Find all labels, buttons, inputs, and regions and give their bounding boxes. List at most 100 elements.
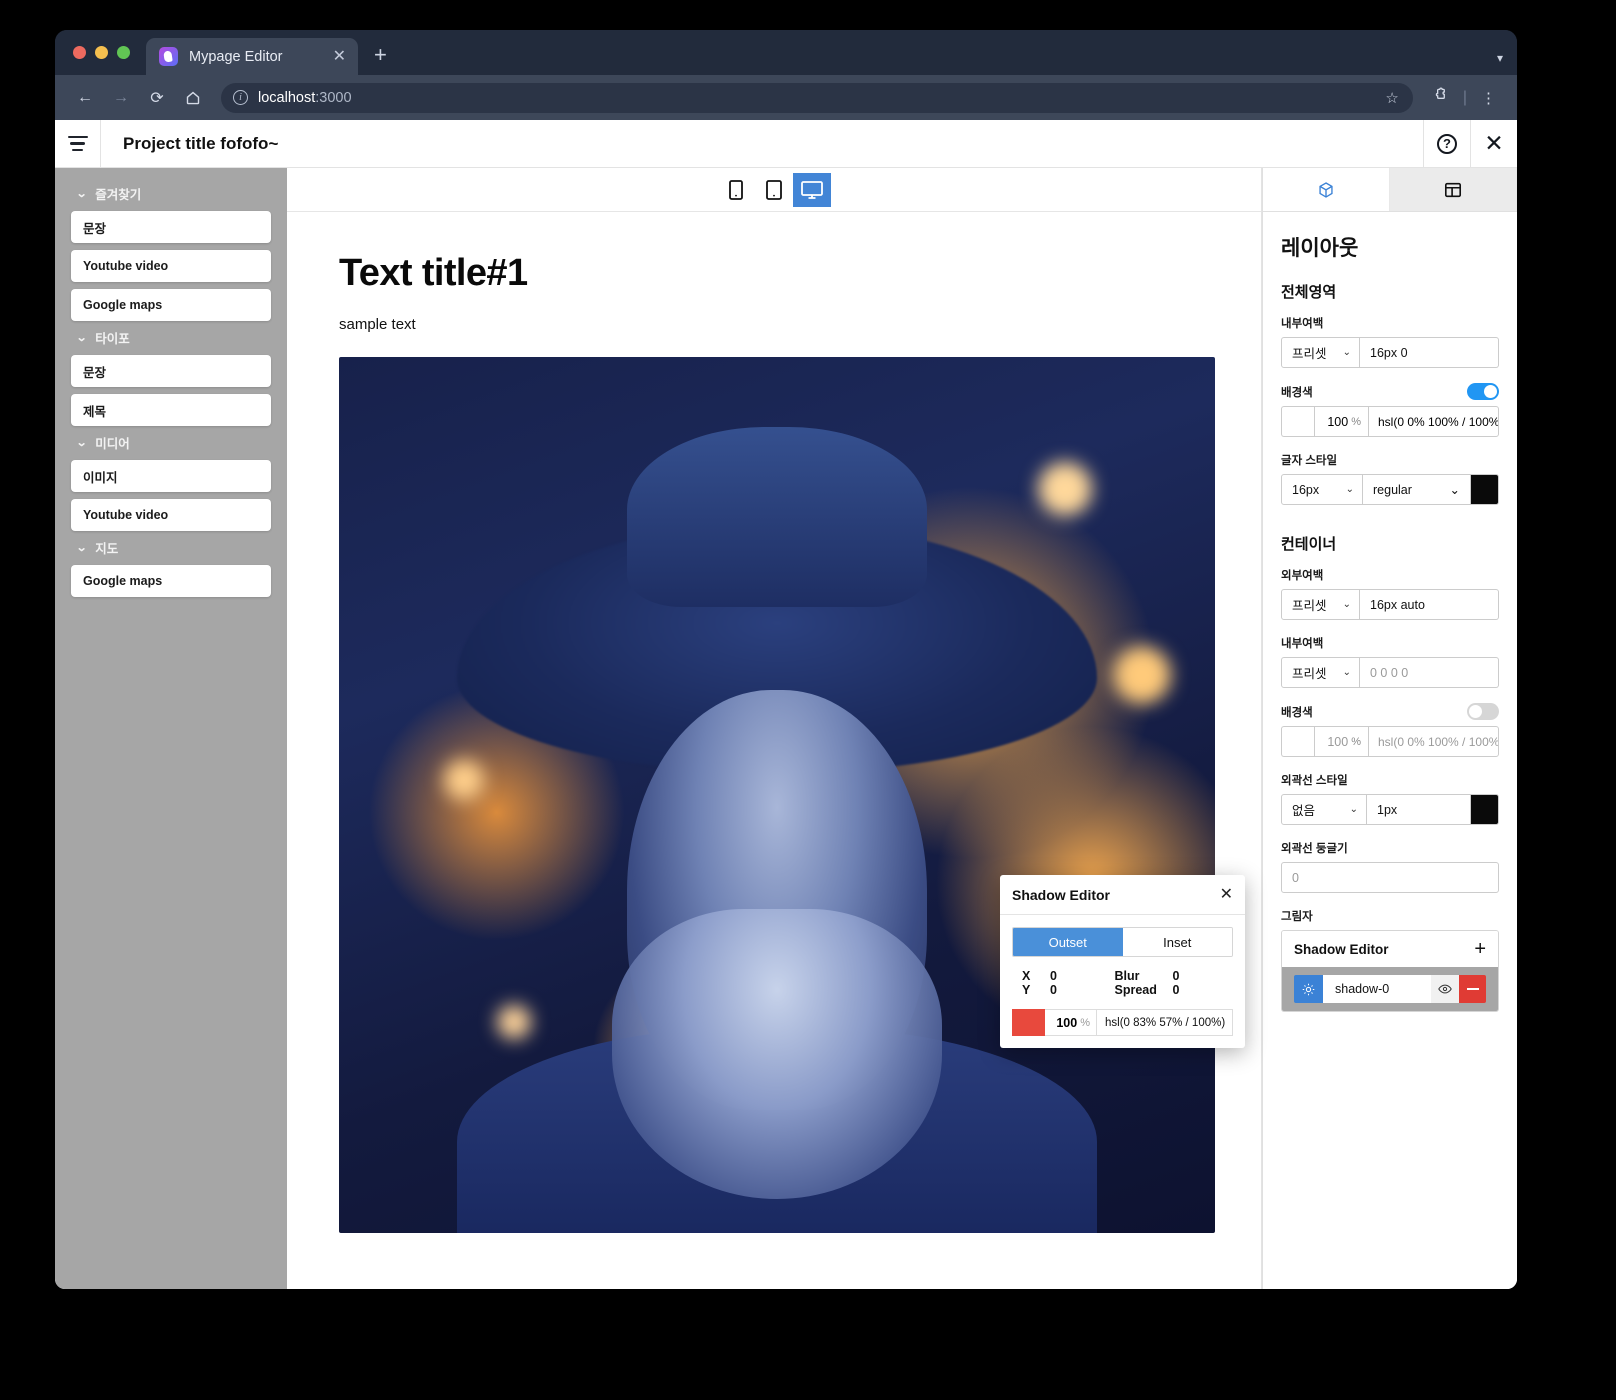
border-radius-input[interactable]: 0 [1281, 862, 1499, 893]
minimize-window-dot[interactable] [95, 46, 108, 59]
sidebar-section-header[interactable]: ⌄ 즐겨찾기 [76, 184, 271, 203]
sidebar-item-image[interactable]: 이미지 [71, 460, 271, 492]
bookmark-star-icon[interactable]: ☆ [1385, 89, 1398, 107]
device-tablet-button[interactable] [755, 172, 793, 207]
hamburger-icon[interactable] [55, 120, 101, 167]
sidebar-section-header[interactable]: ⌄ 타이포 [76, 328, 271, 347]
tabstrip-chevron-icon[interactable]: ▾ [1497, 51, 1503, 65]
add-shadow-button[interactable]: + [1474, 939, 1486, 959]
close-icon[interactable]: ✕ [1220, 886, 1233, 903]
sidebar-item-google-maps[interactable]: Google maps [71, 565, 271, 597]
device-mobile-button[interactable] [717, 172, 755, 207]
opacity-unit: % [1351, 735, 1361, 748]
font-color-swatch[interactable] [1471, 474, 1499, 505]
extensions-puzzle-icon[interactable] [1425, 87, 1456, 108]
back-button[interactable]: ← [69, 82, 101, 114]
sidebar-section-title: 즐겨찾기 [95, 188, 142, 202]
value-blur[interactable]: 0 [1173, 969, 1232, 983]
sidebar-item-google-maps[interactable]: Google maps [71, 289, 271, 321]
sidebar-item-sentence[interactable]: 문장 [71, 355, 271, 387]
container-background-swatch[interactable] [1281, 726, 1314, 757]
forward-button[interactable]: → [105, 82, 137, 114]
canvas-heading[interactable]: Text title#1 [339, 252, 1209, 295]
reload-button[interactable]: ⟳ [141, 82, 173, 114]
minus-icon [1466, 988, 1479, 990]
canvas-image[interactable] [339, 357, 1215, 1233]
select-value: 프리셋 [1292, 667, 1327, 681]
eye-icon[interactable] [1431, 975, 1459, 1003]
panel-tabs [1263, 168, 1517, 212]
padding-value-input[interactable]: 16px 0 [1360, 337, 1499, 368]
container-padding-preset-select[interactable]: 프리셋 ⌄ [1281, 657, 1360, 688]
device-desktop-button[interactable] [793, 172, 831, 207]
field-label-text: 배경색 [1281, 706, 1313, 719]
segment-inset[interactable]: Inset [1122, 928, 1232, 956]
sidebar-item-youtube-video[interactable]: Youtube video [71, 250, 271, 282]
shadow-color-swatch[interactable] [1012, 1009, 1045, 1036]
field-border-style: 외곽선 스타일 없음 ⌄ 1px [1281, 772, 1499, 825]
remove-shadow-button[interactable] [1459, 975, 1486, 1003]
browser-tab[interactable]: Mypage Editor ✕ [146, 38, 358, 75]
background-hsl-input[interactable]: hsl(0 0% 100% / 100%) [1368, 406, 1499, 437]
tab-close-icon[interactable]: ✕ [333, 48, 346, 65]
new-tab-button[interactable]: + [374, 44, 387, 66]
sidebar-item-heading[interactable]: 제목 [71, 394, 271, 426]
sidebar-section-header[interactable]: ⌄ 지도 [76, 538, 271, 557]
value-y[interactable]: 0 [1050, 983, 1109, 997]
padding-preset-select[interactable]: 프리셋 ⌄ [1281, 337, 1360, 368]
sidebar-item-sentence[interactable]: 문장 [71, 211, 271, 243]
home-button[interactable] [177, 82, 209, 114]
shadow-list: shadow-0 [1282, 967, 1498, 1011]
border-width-input[interactable]: 1px [1367, 794, 1471, 825]
segment-outset[interactable]: Outset [1013, 928, 1123, 956]
address-bar[interactable]: i localhost:3000 ☆ [221, 82, 1413, 113]
tab-favicon-icon [159, 47, 178, 66]
image-beard-shape [612, 908, 942, 1199]
select-value: regular [1373, 482, 1412, 497]
site-info-icon[interactable]: i [233, 90, 248, 105]
margin-preset-select[interactable]: 프리셋 ⌄ [1281, 589, 1360, 620]
tab-layout[interactable] [1390, 168, 1517, 211]
background-toggle[interactable] [1467, 383, 1499, 400]
border-style-select[interactable]: 없음 ⌄ [1281, 794, 1367, 825]
shadow-opacity-input[interactable]: 100 % [1045, 1009, 1097, 1036]
canvas-paragraph[interactable]: sample text [339, 316, 1209, 333]
layout-icon [1444, 182, 1462, 197]
browser-menu-button[interactable]: ⋮ [1474, 89, 1503, 107]
margin-value-input[interactable]: 16px auto [1360, 589, 1499, 620]
container-padding-value-input[interactable]: 0 0 0 0 [1360, 657, 1499, 688]
container-opacity-input[interactable]: 100 % [1314, 726, 1368, 757]
container-hsl-input[interactable]: hsl(0 0% 100% / 100%) [1368, 726, 1499, 757]
tab-component[interactable] [1263, 168, 1390, 211]
url-host: localhost [258, 89, 316, 106]
shadow-name[interactable]: shadow-0 [1323, 975, 1431, 1003]
font-weight-select[interactable]: regular ⌄ [1363, 474, 1471, 505]
shadow-editor-dialog[interactable]: Shadow Editor ✕ Outset Inset X 0 Blur 0 … [1000, 875, 1245, 1048]
shadow-editor-title: Shadow Editor [1012, 886, 1110, 903]
shadow-hsl-input[interactable]: hsl(0 83% 57% / 100%) [1097, 1009, 1233, 1036]
close-window-dot[interactable] [73, 46, 86, 59]
help-button[interactable]: ? [1423, 119, 1470, 168]
border-color-swatch[interactable] [1471, 794, 1499, 825]
background-color-swatch[interactable] [1281, 406, 1314, 437]
value-spread[interactable]: 0 [1173, 983, 1232, 997]
value-x[interactable]: 0 [1050, 969, 1109, 983]
sidebar-section-title: 지도 [95, 542, 119, 556]
bokeh-light [1113, 646, 1172, 705]
field-label: 그림자 [1281, 911, 1313, 923]
background-opacity-input[interactable]: 100 % [1314, 406, 1368, 437]
sidebar-section-favorites: ⌄ 즐겨찾기 문장 Youtube video Google maps [71, 184, 271, 321]
maximize-window-dot[interactable] [117, 46, 130, 59]
shadow-type-segmented-control: Outset Inset [1012, 927, 1233, 957]
canvas-inner: Text title#1 sample text [287, 252, 1261, 1233]
sun-icon[interactable] [1294, 975, 1323, 1003]
sidebar-item-youtube-video[interactable]: Youtube video [71, 499, 271, 531]
font-size-select[interactable]: 16px ⌄ [1281, 474, 1363, 505]
project-title: Project title fofofo~ [123, 133, 279, 153]
shadow-list-item[interactable]: shadow-0 [1294, 975, 1486, 1003]
close-editor-button[interactable]: ✕ [1470, 119, 1517, 168]
container-background-toggle[interactable] [1467, 703, 1499, 720]
shadow-color-row: 100 % hsl(0 83% 57% / 100%) [1012, 1009, 1233, 1036]
sidebar-section-header[interactable]: ⌄ 미디어 [76, 433, 271, 452]
address-bar-url: localhost:3000 [258, 90, 352, 106]
